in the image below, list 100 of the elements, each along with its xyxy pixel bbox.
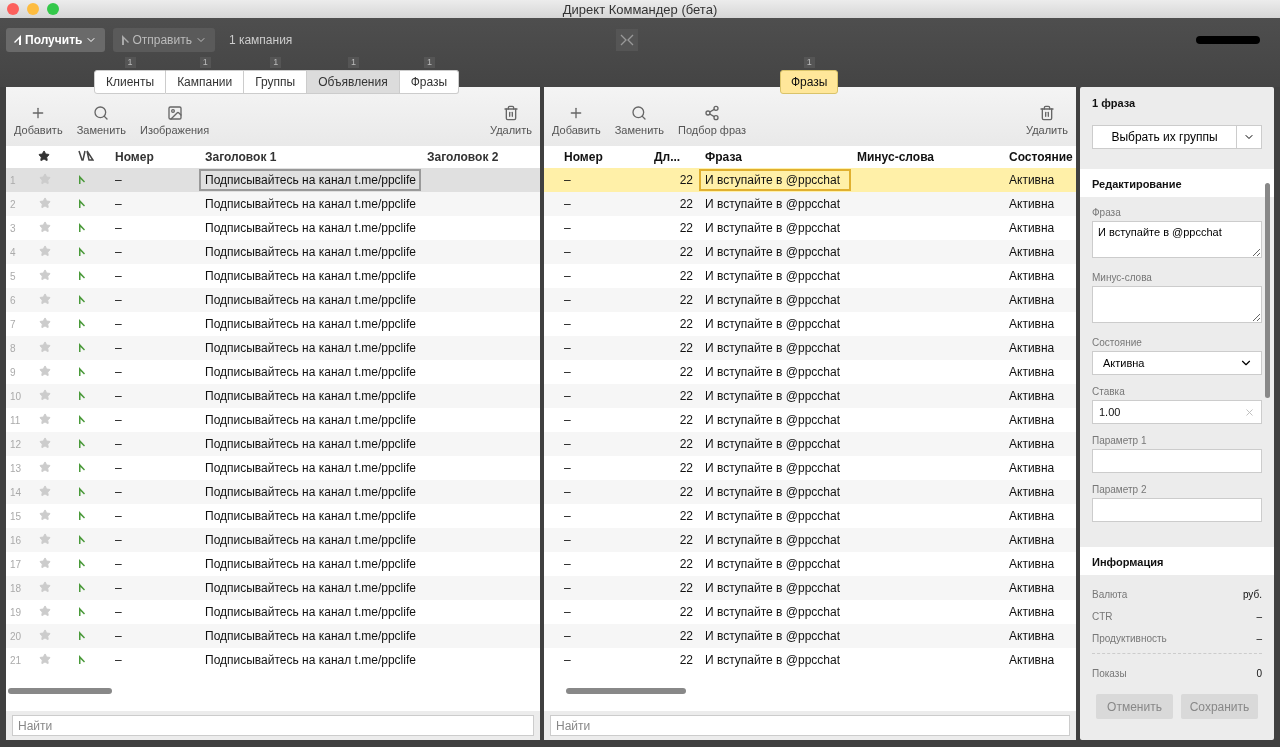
table-row[interactable]: – 22 И вступайте в @ppcchat Активна [544, 384, 1076, 408]
tab[interactable]: Объявления [307, 70, 400, 94]
table-cell-text: – [563, 389, 572, 403]
close-button[interactable] [7, 3, 19, 15]
star-icon[interactable] [39, 364, 51, 377]
star-icon[interactable] [39, 244, 51, 257]
table-row[interactable]: – 22 И вступайте в @ppcchat Активна [544, 624, 1076, 648]
star-icon[interactable] [39, 292, 51, 305]
table-row[interactable]: – 22 И вступайте в @ppcchat Активна [544, 528, 1076, 552]
table-cell-text: И вступайте в @ppcchat [704, 389, 841, 403]
column-header[interactable]: Номер [544, 150, 654, 164]
toolbar-button[interactable]: Изображения [140, 105, 210, 136]
star-icon[interactable] [39, 604, 51, 617]
table-cell-text: 22 [678, 485, 694, 499]
table-cell-text: И вступайте в @ppcchat [704, 533, 841, 547]
tab[interactable]: Фразы [399, 70, 460, 94]
table-cell-text: 22 [678, 389, 694, 403]
star-icon[interactable] [39, 436, 51, 449]
column-header[interactable]: Минус-слова [851, 150, 1003, 164]
star-icon[interactable] [39, 220, 51, 233]
star-icon[interactable] [39, 556, 51, 569]
table-row[interactable]: 18 – Подписывайтесь на канал t.me/ppclife [6, 576, 540, 600]
table-row[interactable]: – 22 И вступайте в @ppcchat Активна [544, 168, 1076, 192]
tab[interactable]: Клиенты [94, 70, 167, 94]
table-row[interactable]: – 22 И вступайте в @ppcchat Активна [544, 192, 1076, 216]
table-row[interactable]: – 22 И вступайте в @ppcchat Активна [544, 432, 1076, 456]
column-header[interactable]: Фраза [699, 150, 851, 164]
table-row[interactable]: 10 – Подписывайтесь на канал t.me/ppclife [6, 384, 540, 408]
table-row[interactable]: 4 – Подписывайтесь на канал t.me/ppclife [6, 240, 540, 264]
table-cell-text: 22 [678, 173, 694, 187]
column-header[interactable]: Состояние [1003, 150, 1076, 164]
column-header[interactable]: Номер [109, 150, 199, 164]
column-header[interactable]: Заголовок 1 [199, 150, 421, 164]
star-icon[interactable] [39, 508, 51, 521]
table-cell-text: – [114, 653, 123, 667]
star-icon[interactable] [39, 652, 51, 665]
table-row[interactable]: 14 – Подписывайтесь на канал t.me/ppclife [6, 480, 540, 504]
table-cell-text: Активна [1008, 341, 1056, 355]
send-button[interactable]: Отправить [113, 28, 215, 52]
star-icon[interactable] [39, 268, 51, 281]
table-row[interactable]: 8 – Подписывайтесь на канал t.me/ppclife [6, 336, 540, 360]
table-row[interactable]: 6 – Подписывайтесь на канал t.me/ppclife [6, 288, 540, 312]
star-icon[interactable] [39, 316, 51, 329]
table-row[interactable]: 2 – Подписывайтесь на канал t.me/ppclife [6, 192, 540, 216]
table-row[interactable]: – 22 И вступайте в @ppcchat Активна [544, 336, 1076, 360]
input-field[interactable] [1092, 498, 1262, 522]
column-header[interactable]: Заголовок 2 [421, 150, 540, 164]
table-cell[interactable]: И вступайте в @ppcchat [699, 169, 851, 191]
tab[interactable]: Кампании [166, 70, 245, 94]
table-cell[interactable]: Подписывайтесь на канал t.me/ppclife [199, 169, 421, 191]
window-title: Директ Коммандер (бета) [562, 1, 718, 17]
toolbar-button[interactable]: Добавить [14, 105, 63, 136]
scrollbar-thumb[interactable] [1265, 183, 1270, 398]
text-area[interactable]: И вступайте в @ppcchat [1092, 221, 1262, 258]
tab[interactable]: Фразы [780, 70, 839, 94]
toolbar-button[interactable]: Удалить [1026, 105, 1068, 136]
toolbar-button[interactable]: Подбор фраз [678, 105, 747, 136]
flag-icon [78, 607, 85, 616]
table-row[interactable]: 12 – Подписывайтесь на канал t.me/ppclife [6, 432, 540, 456]
table-row[interactable]: – 22 И вступайте в @ppcchat Активна [544, 240, 1076, 264]
field-label: Ставка [1092, 386, 1126, 397]
star-icon[interactable] [39, 484, 51, 497]
table-row[interactable]: 20 – Подписывайтесь на канал t.me/ppclife [6, 624, 540, 648]
table-cell-text: – [563, 293, 572, 307]
input-field[interactable] [1092, 449, 1262, 473]
search-field[interactable]: Найти [12, 715, 534, 736]
receive-button[interactable]: Получить [6, 28, 106, 52]
table-row[interactable]: – 22 И вступайте в @ppcchat Активна [544, 288, 1076, 312]
minimize-button[interactable] [27, 3, 39, 15]
flag-icon [78, 175, 85, 184]
table-cell-text: Подписывайтесь на канал t.me/ppclife [204, 509, 417, 523]
star-icon[interactable] [39, 412, 51, 425]
flag-icon [78, 655, 85, 664]
star-icon[interactable] [39, 196, 51, 209]
toolbar-button[interactable]: Заменить [76, 105, 127, 136]
star-icon[interactable] [39, 532, 51, 545]
star-icon[interactable] [39, 580, 51, 593]
collapse-button[interactable] [616, 29, 639, 51]
table-row[interactable]: – 22 И вступайте в @ppcchat Активна [544, 576, 1076, 600]
star-icon[interactable] [39, 628, 51, 641]
text-area[interactable] [1092, 286, 1262, 323]
star-icon[interactable] [39, 388, 51, 401]
toolbar-button[interactable]: Добавить [552, 105, 601, 136]
toolbar-button[interactable]: Удалить [490, 105, 532, 136]
toolbar-button[interactable]: Заменить [614, 105, 665, 136]
table-row[interactable]: 16 – Подписывайтесь на канал t.me/ppclife [6, 528, 540, 552]
table-cell-text: – [114, 605, 123, 619]
row-number: 5 [9, 270, 17, 282]
state-select[interactable]: Активна [1092, 351, 1262, 375]
star-icon[interactable] [39, 460, 51, 473]
bid-field[interactable]: 1.00 [1092, 400, 1262, 424]
star-icon[interactable] [39, 340, 51, 353]
zoom-button[interactable] [47, 3, 59, 15]
tab[interactable]: Группы [244, 70, 308, 94]
search-field[interactable]: Найти [550, 715, 1070, 736]
scrollbar-thumb[interactable] [8, 688, 112, 694]
scrollbar-thumb[interactable] [566, 688, 686, 694]
table-row[interactable]: – 22 И вступайте в @ppcchat Активна [544, 480, 1076, 504]
table-cell-text: Подписывайтесь на канал t.me/ppclife [204, 581, 417, 595]
column-header[interactable]: Дл... [654, 150, 699, 164]
